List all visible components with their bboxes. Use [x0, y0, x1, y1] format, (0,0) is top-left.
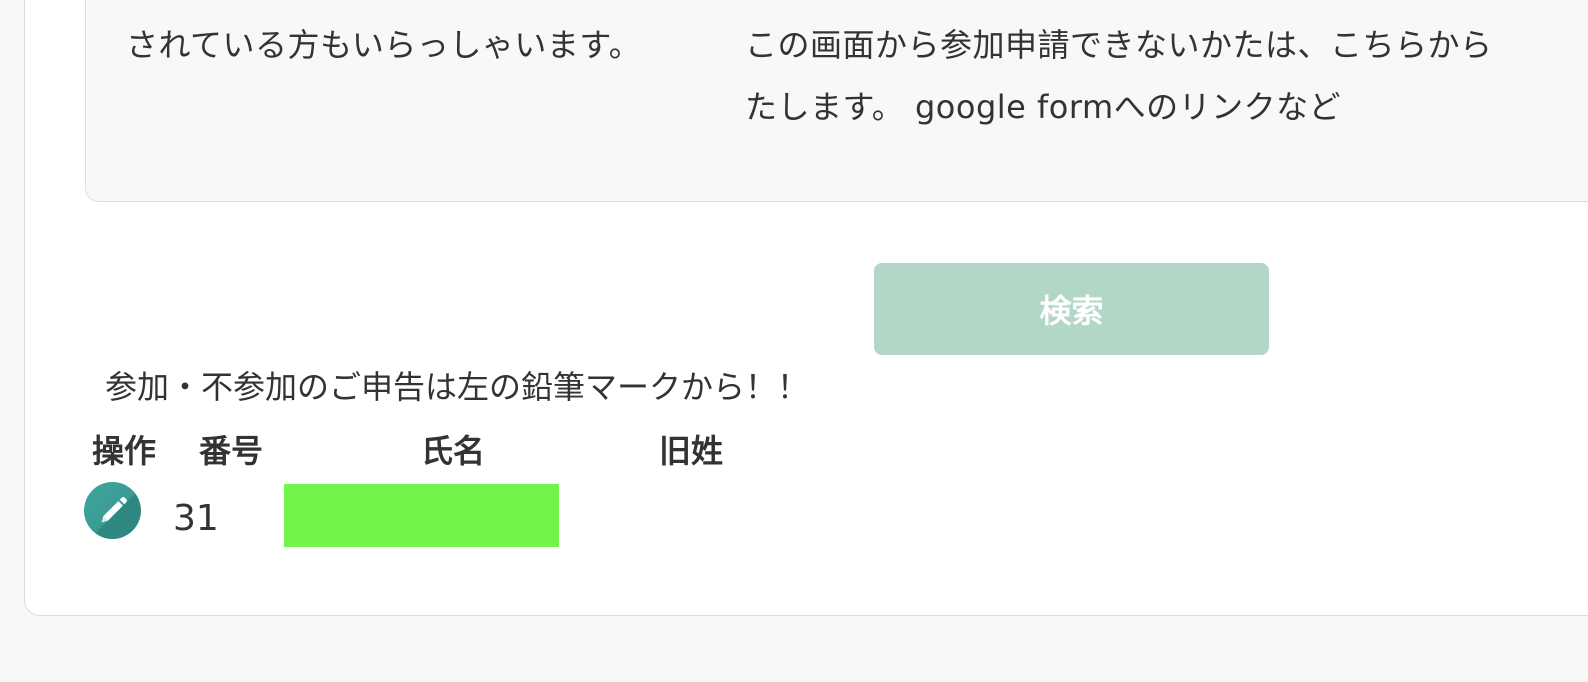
header-action: 操作	[92, 432, 157, 470]
notice-text-right: この画面から参加申請できないかたは、こちらから たします。 google for…	[745, 14, 1493, 138]
pencil-icon	[101, 496, 127, 522]
notice-right-line-1: この画面から参加申請できないかたは、こちらから	[745, 26, 1493, 64]
search-button[interactable]: 検索	[874, 263, 1269, 355]
edit-button[interactable]	[84, 482, 141, 539]
header-name: 氏名	[421, 432, 486, 470]
row-number: 31	[173, 498, 219, 539]
participation-instruction: 参加・不参加のご申告は左の鉛筆マークから！！	[105, 368, 810, 406]
header-maiden-name: 旧姓	[659, 432, 724, 470]
notice-text-left: されている方もいらっしゃいます。	[126, 14, 641, 76]
notice-left-line-1: されている方もいらっしゃいます。	[126, 26, 642, 64]
name-redaction	[284, 484, 559, 547]
notice-right-line-2: たします。 google formへのリンクなど	[745, 88, 1342, 126]
header-number: 番号	[199, 432, 264, 470]
